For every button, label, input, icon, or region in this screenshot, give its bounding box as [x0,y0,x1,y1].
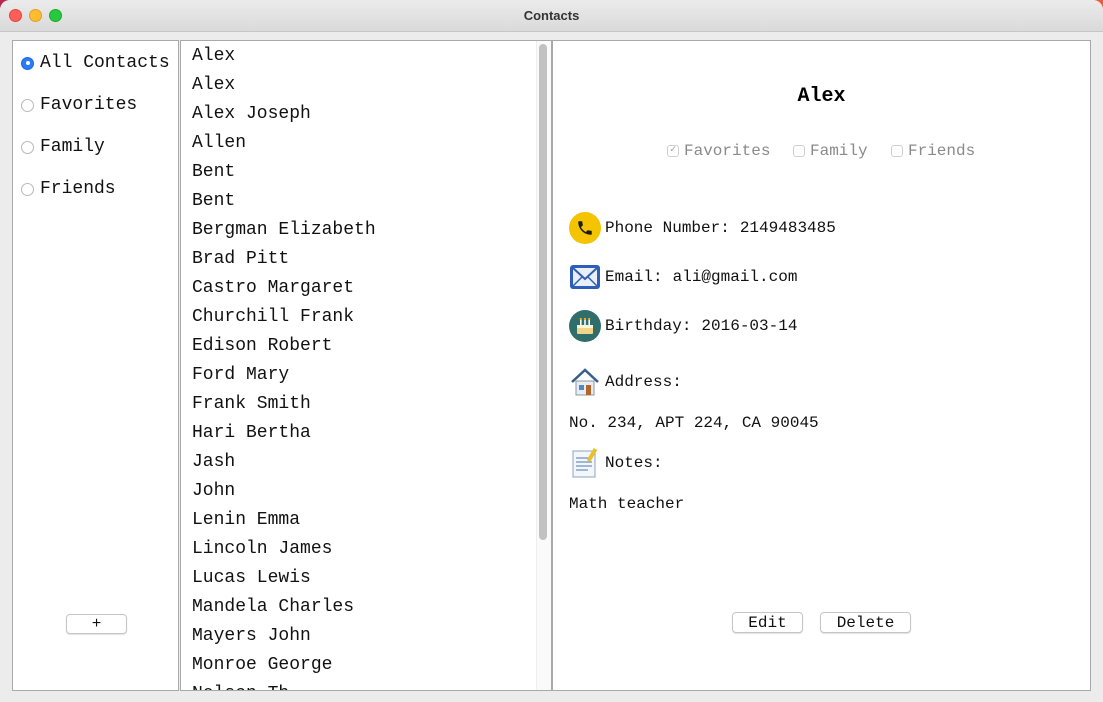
contact-list-item[interactable]: Brad Pitt [192,245,376,274]
notes-value: Math teacher [569,495,685,513]
group-radio-favorites[interactable]: Favorites [21,94,137,116]
birthday-row: Birthday: 2016-03-14 [569,310,797,342]
contact-list-item[interactable]: Edison Robert [192,332,376,361]
contacts-window: Contacts All Contacts Favorites Family F… [0,0,1103,702]
group-radio-family[interactable]: Family [21,136,105,158]
contact-list-item[interactable]: Alex Joseph [192,100,376,129]
radio-unselected-icon[interactable] [21,140,34,154]
tag-label: Friends [908,142,976,160]
group-label: All Contacts [40,53,170,73]
notepad-icon [569,447,601,479]
address-label: Address: [605,373,682,391]
contact-list-item[interactable]: Bent [192,187,376,216]
add-contact-button[interactable]: + [66,614,127,634]
group-label: Family [40,137,105,157]
contact-name: Alex [797,85,846,108]
email-label: Email: [605,268,663,286]
group-radio-all-contacts[interactable]: All Contacts [21,52,170,74]
tag-label: Favorites [684,142,771,160]
tag-checkbox-family[interactable]: Family [793,142,868,160]
group-label: Favorites [40,95,138,115]
contact-list-item[interactable]: Mandela Charles [192,593,376,622]
checkbox-unchecked-icon[interactable] [891,145,903,157]
address-row: Address: [569,366,682,398]
window-title: Contacts [523,8,580,23]
contact-list-item[interactable]: Bergman Elizabeth [192,216,376,245]
contact-list-item[interactable]: Lucas Lewis [192,564,376,593]
tag-checkbox-favorites[interactable]: ✓ Favorites [667,142,770,160]
radio-selected-icon[interactable] [21,56,34,70]
contact-list-item[interactable]: Frank Smith [192,390,376,419]
contact-list-item[interactable]: Lincoln James [192,535,376,564]
birthday-label: Birthday: [605,317,692,335]
radio-unselected-icon[interactable] [21,98,34,112]
contact-list: Alex Alex Alex Joseph Allen Bent Bent Bergman … [192,42,376,690]
radio-unselected-icon[interactable] [21,182,34,196]
contact-list-item[interactable]: Alex [192,42,376,71]
address-value: No. 234, APT 224, CA 90045 [569,414,819,432]
birthday-value: 2016-03-14 [701,317,798,335]
tag-checkbox-friends[interactable]: Friends [891,142,975,160]
contact-list-item[interactable]: John [192,477,376,506]
checkbox-checked-icon[interactable]: ✓ [667,145,679,157]
notes-row: Notes: [569,447,663,479]
scrollbar-thumb[interactable] [539,44,547,540]
contact-list-item[interactable]: Allen [192,129,376,158]
birthday-cake-icon [569,310,601,342]
phone-value: 2149483485 [739,219,836,237]
group-radio-friends[interactable]: Friends [21,178,116,200]
checkbox-unchecked-icon[interactable] [793,145,805,157]
phone-label: Phone Number: [605,219,730,237]
contact-list-item[interactable]: Hari Bertha [192,419,376,448]
contact-list-item[interactable]: Bent [192,158,376,187]
group-filter-pane: All Contacts Favorites Family Friends + [12,40,179,691]
contact-list-item[interactable]: Alex [192,71,376,100]
title-bar: Contacts [0,0,1103,32]
contact-list-item[interactable]: Ford Mary [192,361,376,390]
phone-row: Phone Number: 2149483485 [569,212,836,244]
group-label: Friends [40,179,116,199]
contact-list-pane: Alex Alex Alex Joseph Allen Bent Bent Bergman … [180,40,552,691]
contact-list-item[interactable]: Monroe George [192,651,376,680]
email-value: ali@gmail.com [672,268,798,286]
delete-button[interactable]: Delete [820,612,911,633]
notes-label: Notes: [605,454,663,472]
tag-label: Family [810,142,868,160]
contact-list-item[interactable]: Nelson Th [192,680,376,690]
email-row: Email: ali@gmail.com [569,261,797,293]
envelope-icon [569,261,601,293]
edit-button[interactable]: Edit [732,612,803,633]
contact-detail-pane: Alex ✓ Favorites Family Friends Phone Nu… [552,40,1091,691]
house-icon [569,366,601,398]
phone-icon [569,212,601,244]
contact-list-item[interactable]: Churchill Frank [192,303,376,332]
contact-list-item[interactable]: Castro Margaret [192,274,376,303]
contact-list-item[interactable]: Mayers John [192,622,376,651]
contact-list-item[interactable]: Jash [192,448,376,477]
contact-list-item[interactable]: Lenin Emma [192,506,376,535]
